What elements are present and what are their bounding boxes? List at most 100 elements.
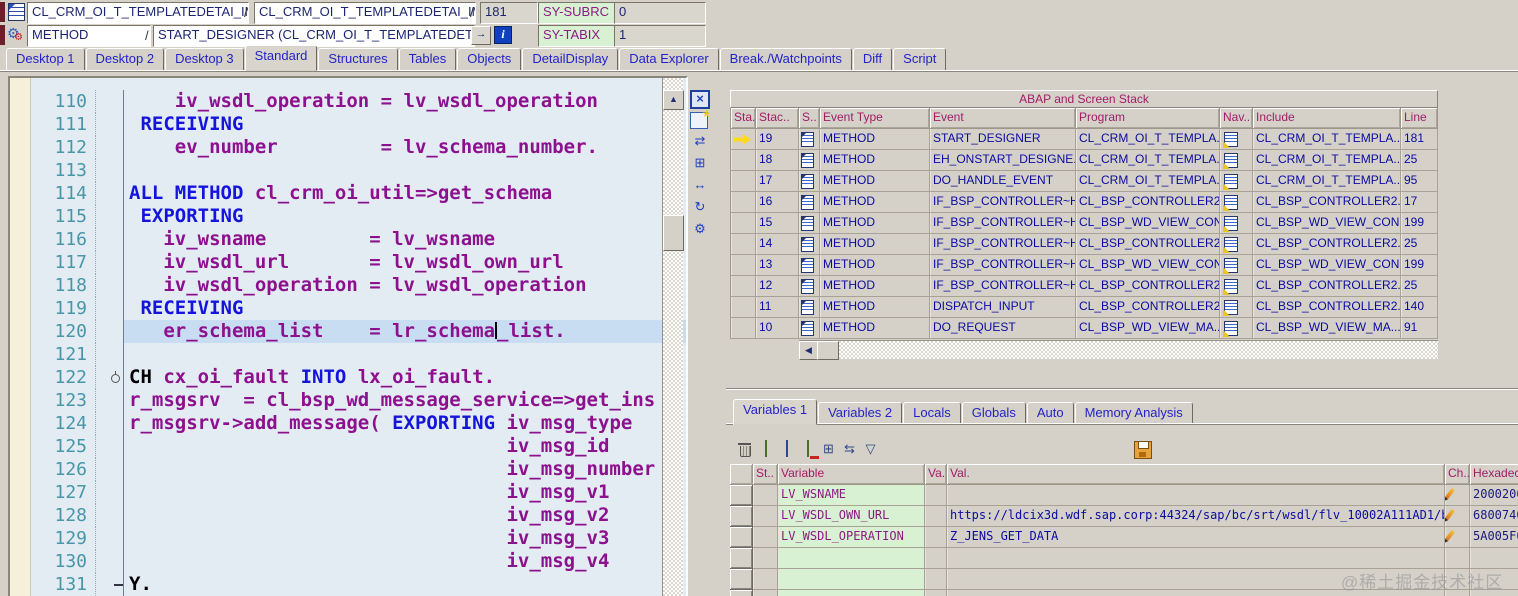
sy-tabix-label-field[interactable]: SY-TABIX bbox=[538, 25, 620, 47]
stack-horizontal-scrollbar[interactable]: ◀ bbox=[799, 340, 1438, 360]
navigate-icon[interactable] bbox=[1223, 195, 1238, 211]
stack-cell-program[interactable]: CL_BSP_CONTROLLER2... bbox=[1076, 276, 1220, 297]
source-doc-icon[interactable] bbox=[801, 258, 814, 273]
var-cell-va[interactable] bbox=[925, 548, 947, 569]
stack-cell-line[interactable]: 140 bbox=[1401, 297, 1438, 318]
stack-cell-include[interactable]: CL_BSP_CONTROLLER2... bbox=[1253, 276, 1401, 297]
stack-cell-event[interactable]: DISPATCH_INPUT bbox=[930, 297, 1076, 318]
maximize-icon[interactable]: ⊞ bbox=[690, 154, 710, 173]
scroll-up-button[interactable]: ▲ bbox=[663, 90, 684, 110]
stack-cell-include[interactable]: CL_CRM_OI_T_TEMPLA... bbox=[1253, 150, 1401, 171]
fit-width-icon[interactable]: ↔ bbox=[690, 176, 710, 195]
source-doc-icon[interactable] bbox=[801, 300, 814, 315]
tab-tables[interactable]: Tables bbox=[398, 48, 457, 71]
tab-globals[interactable]: Globals bbox=[961, 402, 1026, 425]
stack-cell-nav[interactable] bbox=[1220, 297, 1253, 318]
edit-pencil-icon[interactable] bbox=[1445, 508, 1455, 521]
stack-cell-event-type[interactable]: METHOD bbox=[820, 255, 930, 276]
stack-cell-current[interactable] bbox=[730, 318, 756, 339]
var-column-header-hexadec[interactable]: Hexadec.. bbox=[1470, 464, 1518, 485]
stack-cell-current[interactable] bbox=[730, 129, 756, 150]
source-doc-icon[interactable] bbox=[801, 195, 814, 210]
navigate-icon[interactable] bbox=[1223, 153, 1238, 169]
stack-cell-line[interactable]: 17 bbox=[1401, 192, 1438, 213]
stack-cell-include[interactable]: CL_BSP_CONTROLLER2... bbox=[1253, 297, 1401, 318]
stack-cell-level[interactable]: 17 bbox=[756, 171, 799, 192]
scrollbar-thumb[interactable] bbox=[817, 341, 839, 360]
tab-memory-analysis[interactable]: Memory Analysis bbox=[1074, 402, 1193, 425]
stack-cell-line[interactable]: 181 bbox=[1401, 129, 1438, 150]
stack-cell-program[interactable]: CL_CRM_OI_T_TEMPLA... bbox=[1076, 150, 1220, 171]
stack-cell-program[interactable]: CL_CRM_OI_T_TEMPLA... bbox=[1076, 171, 1220, 192]
stack-cell-nav[interactable] bbox=[1220, 150, 1253, 171]
var-cell-variable[interactable] bbox=[778, 569, 925, 590]
source-doc-icon[interactable] bbox=[801, 321, 814, 336]
stack-cell-level[interactable]: 14 bbox=[756, 234, 799, 255]
stack-column-header-event[interactable]: Event bbox=[930, 108, 1076, 129]
tab-objects[interactable]: Objects bbox=[457, 48, 522, 71]
stack-cell-event-type[interactable]: METHOD bbox=[820, 171, 930, 192]
remove-row-icon[interactable] bbox=[799, 440, 816, 458]
var-cell-hex[interactable]: 2000200 bbox=[1470, 485, 1518, 506]
stack-cell-line[interactable]: 25 bbox=[1401, 150, 1438, 171]
stack-cell-source[interactable] bbox=[799, 129, 820, 150]
var-cell-va[interactable] bbox=[925, 590, 947, 596]
swap-windows-icon[interactable]: ⇄ bbox=[690, 132, 710, 151]
fold-marker-icon[interactable] bbox=[114, 584, 123, 586]
stack-cell-event[interactable]: DO_REQUEST bbox=[930, 318, 1076, 339]
stack-cell-current[interactable] bbox=[730, 192, 756, 213]
var-cell-change[interactable] bbox=[1445, 485, 1470, 506]
stack-cell-level[interactable]: 18 bbox=[756, 150, 799, 171]
var-cell-change[interactable] bbox=[1445, 527, 1470, 548]
stack-cell-line[interactable]: 25 bbox=[1401, 276, 1438, 297]
var-column-header-val[interactable]: Val. bbox=[947, 464, 1445, 485]
var-cell-va[interactable] bbox=[925, 527, 947, 548]
stack-cell-level[interactable]: 11 bbox=[756, 297, 799, 318]
stack-cell-program[interactable]: CL_BSP_WD_VIEW_CON... bbox=[1076, 213, 1220, 234]
stack-cell-current[interactable] bbox=[730, 297, 756, 318]
var-cell-value[interactable] bbox=[947, 548, 1445, 569]
stack-cell-current[interactable] bbox=[730, 150, 756, 171]
var-cell-status[interactable] bbox=[753, 548, 778, 569]
source-doc-icon[interactable] bbox=[801, 216, 814, 231]
var-cell-status[interactable] bbox=[753, 527, 778, 548]
stack-cell-source[interactable] bbox=[799, 297, 820, 318]
tab-variables-2[interactable]: Variables 2 bbox=[818, 402, 903, 425]
stack-cell-nav[interactable] bbox=[1220, 171, 1253, 192]
stack-cell-nav[interactable] bbox=[1220, 318, 1253, 339]
stack-column-header-include[interactable]: Include bbox=[1253, 108, 1401, 129]
stack-cell-current[interactable] bbox=[730, 213, 756, 234]
stack-cell-event-type[interactable]: METHOD bbox=[820, 276, 930, 297]
edit-pencil-icon[interactable] bbox=[1445, 487, 1455, 500]
stack-cell-source[interactable] bbox=[799, 192, 820, 213]
stack-cell-line[interactable]: 199 bbox=[1401, 255, 1438, 276]
var-cell-status[interactable] bbox=[753, 506, 778, 527]
var-cell-change[interactable] bbox=[1445, 506, 1470, 527]
stack-cell-include[interactable]: CL_CRM_OI_T_TEMPLA... bbox=[1253, 129, 1401, 150]
stack-cell-include[interactable]: CL_BSP_CONTROLLER2... bbox=[1253, 234, 1401, 255]
scrollbar-thumb[interactable] bbox=[663, 215, 684, 251]
stack-cell-current[interactable] bbox=[730, 276, 756, 297]
stack-cell-level[interactable]: 13 bbox=[756, 255, 799, 276]
editor-vertical-scrollbar[interactable]: ▲ bbox=[662, 78, 684, 596]
var-row-selector[interactable] bbox=[730, 548, 753, 569]
var-column-header-ch[interactable]: Ch.. bbox=[1445, 464, 1470, 485]
source-doc-icon[interactable] bbox=[801, 279, 814, 294]
stack-cell-program[interactable]: CL_CRM_OI_T_TEMPLA... bbox=[1076, 129, 1220, 150]
tab-locals[interactable]: Locals bbox=[903, 402, 961, 425]
var-row-selector[interactable] bbox=[730, 590, 753, 596]
stack-cell-source[interactable] bbox=[799, 150, 820, 171]
stack-cell-event[interactable]: DO_HANDLE_EVENT bbox=[930, 171, 1076, 192]
stack-cell-source[interactable] bbox=[799, 234, 820, 255]
tab-variables-1[interactable]: Variables 1 bbox=[733, 399, 818, 425]
stack-cell-event-type[interactable]: METHOD bbox=[820, 234, 930, 255]
stack-cell-line[interactable]: 25 bbox=[1401, 234, 1438, 255]
tab-script[interactable]: Script bbox=[893, 48, 947, 71]
tab-data-explorer[interactable]: Data Explorer bbox=[619, 48, 719, 71]
stack-cell-event-type[interactable]: METHOD bbox=[820, 150, 930, 171]
tab-auto[interactable]: Auto bbox=[1026, 402, 1074, 425]
stack-cell-event-type[interactable]: METHOD bbox=[820, 297, 930, 318]
stack-cell-event[interactable]: IF_BSP_CONTROLLER~H... bbox=[930, 234, 1076, 255]
code-editor[interactable]: 110 iv_wsdl_operation = lv_wsdl_operatio… bbox=[8, 76, 688, 596]
stack-column-header-event-type[interactable]: Event Type bbox=[820, 108, 930, 129]
